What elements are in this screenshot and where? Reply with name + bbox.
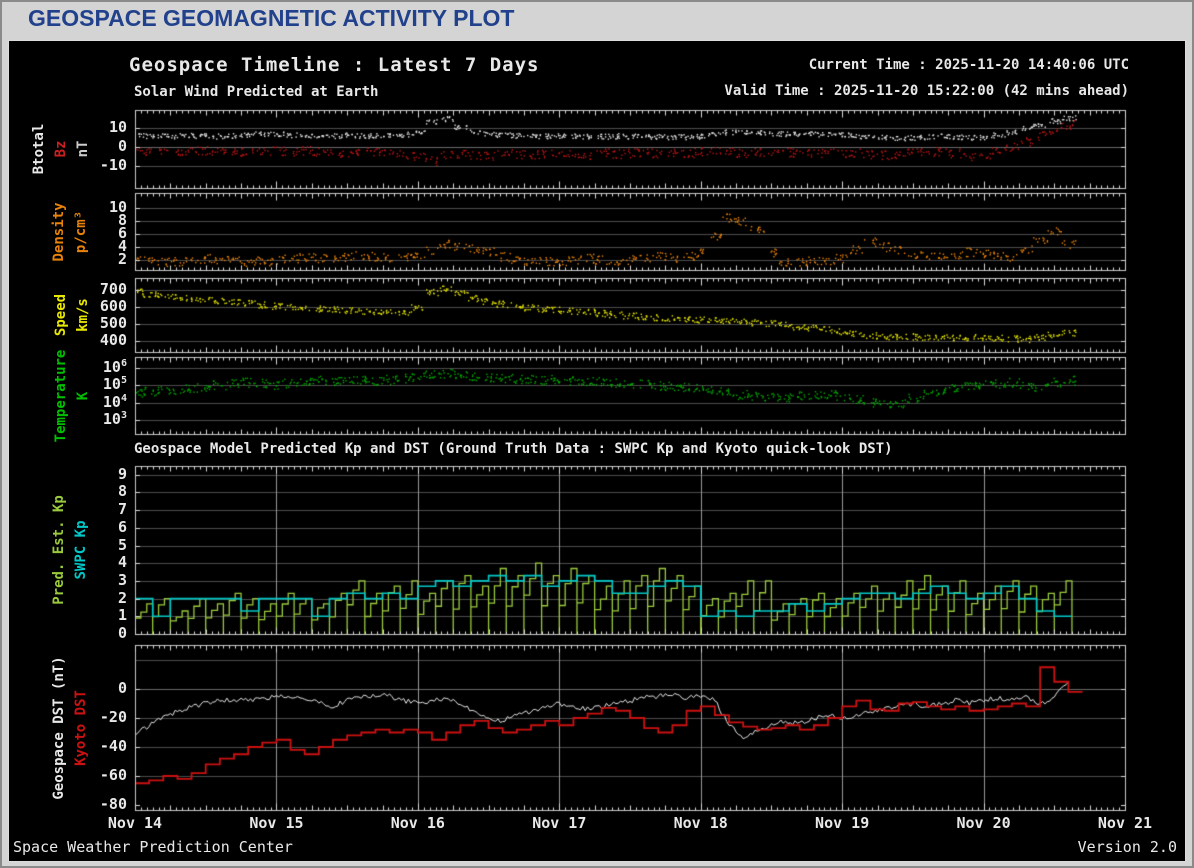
page-header: GEOSPACE GEOMAGNETIC ACTIVITY PLOT <box>2 2 1192 38</box>
plot-title: Geospace Timeline : Latest 7 Days <box>129 54 540 76</box>
y-tick-label: -60 <box>99 766 127 784</box>
x-tick-label: Nov 20 <box>956 814 1011 832</box>
panel-ylabel: Pred. Est. Kp <box>51 495 67 605</box>
valid-time-label: Valid Time : 2025-11-20 15:22:00 (42 min… <box>724 83 1129 99</box>
y-tick-label: 1 <box>117 606 127 625</box>
footer-swpc-label: Space Weather Prediction Center <box>13 838 293 856</box>
panel-ylabel: nT <box>75 140 91 158</box>
y-tick-label: -10 <box>99 156 127 174</box>
kp-dst-subtitle: Geospace Model Predicted Kp and DST (Gro… <box>134 441 893 457</box>
panel-ylabel: Bz <box>53 140 69 158</box>
panel-ylabel: Density <box>51 201 67 262</box>
y-tick-label: 400 <box>99 331 127 349</box>
geospace-plot-window: GEOSPACE GEOMAGNETIC ACTIVITY PLOT Geosp… <box>0 0 1194 868</box>
plot-frame: Geospace Timeline : Latest 7 Days Solar … <box>8 40 1186 862</box>
footer-version-label: Version 2.0 <box>1077 838 1177 856</box>
panel-ylabel: Temperature <box>53 349 69 442</box>
x-tick-label: Nov 15 <box>249 814 304 832</box>
y-tick-label: -80 <box>99 795 127 813</box>
x-tick-label: Nov 16 <box>390 814 445 832</box>
x-tick-label: Nov 19 <box>815 814 870 832</box>
panel-ylabel: Btotal <box>31 123 47 175</box>
panel-ylabel: Kyoto DST <box>73 689 89 766</box>
panel-ylabel: K <box>75 391 91 400</box>
y-tick-label: 8 <box>117 482 127 501</box>
y-tick-label: 103 <box>102 410 127 428</box>
solar-wind-subtitle: Solar Wind Predicted at Earth <box>134 84 379 100</box>
y-tick-label: 0 <box>117 624 127 642</box>
panel-ylabel: Speed <box>53 293 69 337</box>
x-tick-label: Nov 14 <box>107 814 163 832</box>
x-tick-label: Nov 21 <box>1097 814 1153 832</box>
page-title: GEOSPACE GEOMAGNETIC ACTIVITY PLOT <box>28 5 515 31</box>
panel-ylabel: km/s <box>75 298 91 332</box>
y-tick-label: 10 <box>108 118 127 136</box>
y-tick-label: 2 <box>117 588 127 607</box>
y-tick-label: 7 <box>117 500 127 519</box>
y-tick-label: 700 <box>99 280 127 298</box>
y-tick-label: 106 <box>102 357 127 376</box>
panel-ylabel: Geospace DST (nT) <box>51 655 67 800</box>
panel-ylabel: SWPC Kp <box>73 520 89 580</box>
y-tick-label: 105 <box>102 375 127 394</box>
y-tick-label: 9 <box>117 464 127 483</box>
current-time-label: Current Time : 2025-11-20 14:40:06 UTC <box>808 57 1129 73</box>
x-tick-label: Nov 18 <box>673 814 728 832</box>
x-tick-label: Nov 17 <box>532 814 587 832</box>
panel-ylabel: p/cm³ <box>73 210 89 253</box>
